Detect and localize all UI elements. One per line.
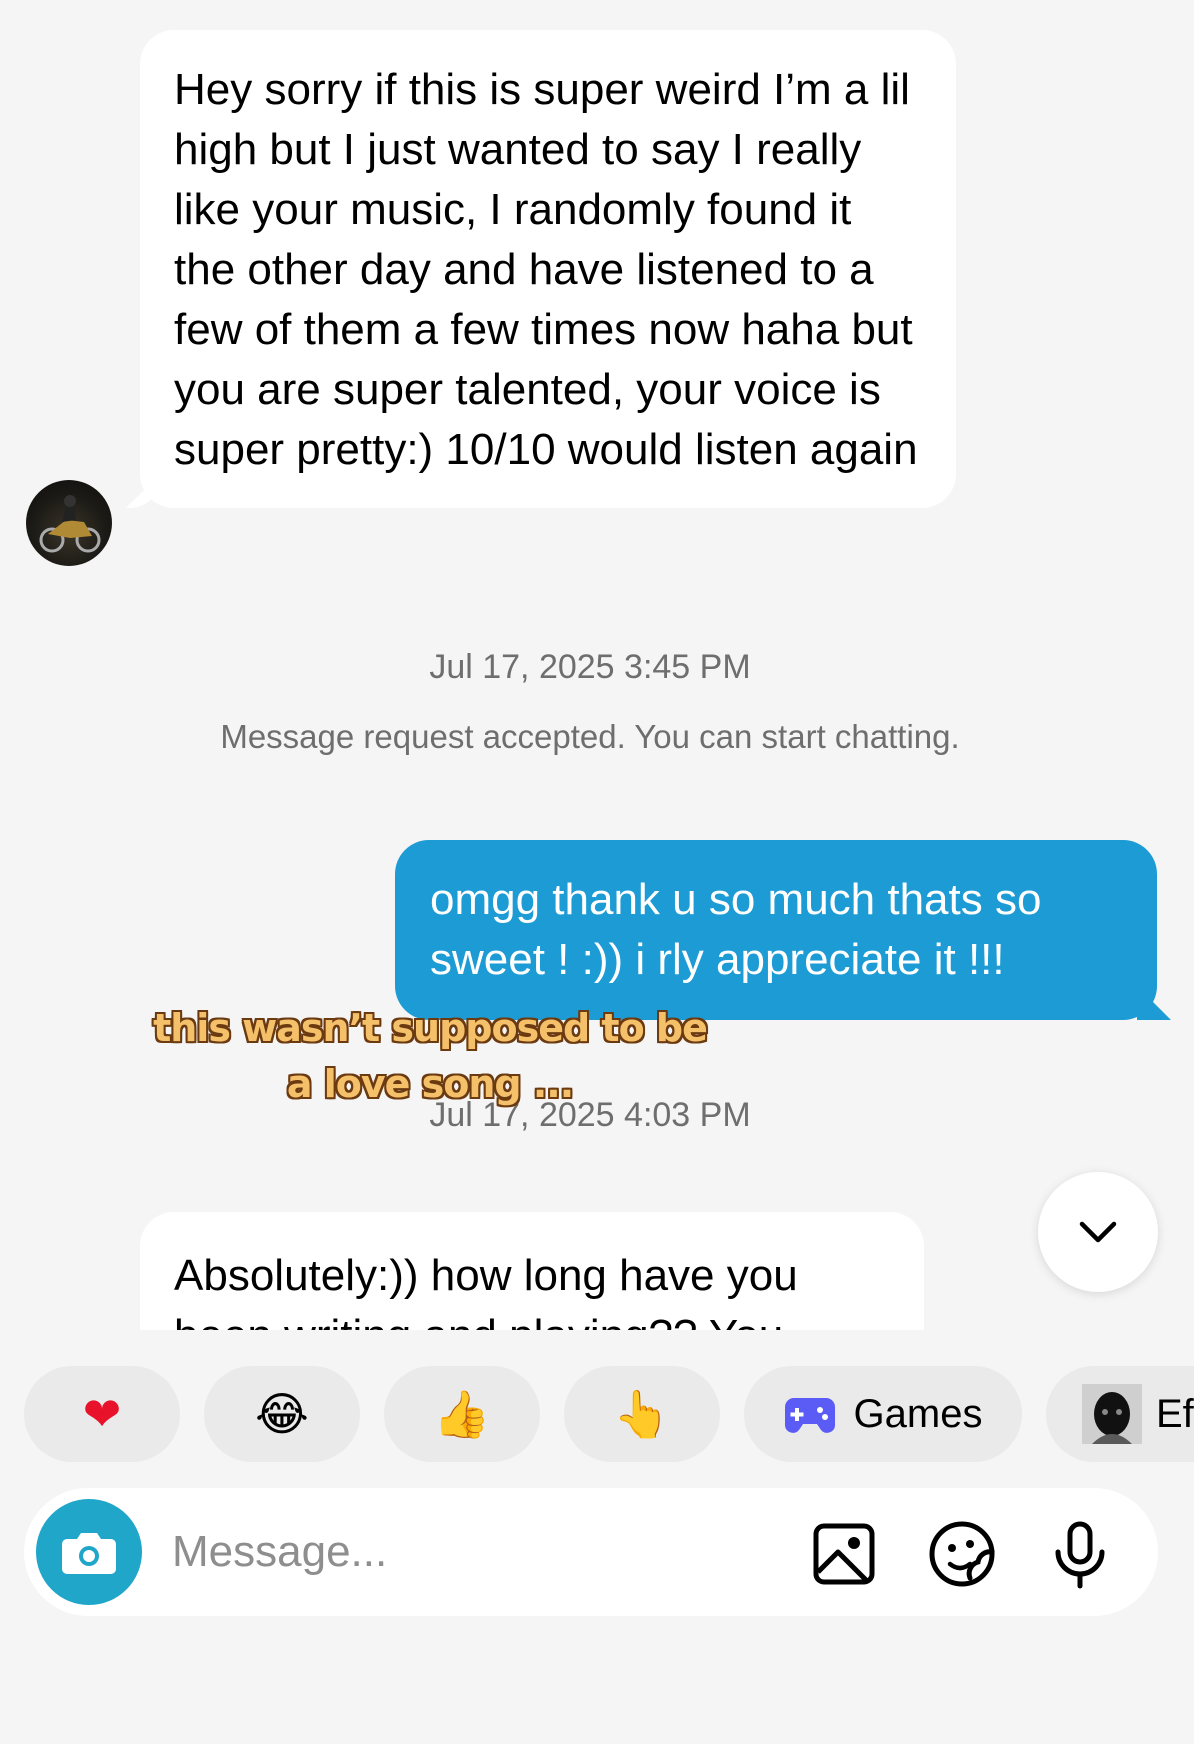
game-controller-icon	[784, 1398, 835, 1433]
incoming-message[interactable]: Absolutely:)) how long have you been wri…	[140, 1212, 924, 1330]
thumbs-up-icon: 👍	[433, 1386, 491, 1441]
timestamp: Jul 17, 2025 3:45 PM	[429, 648, 751, 686]
games-label: Games	[853, 1391, 983, 1436]
chevron-down-icon	[1079, 1221, 1117, 1243]
pointing-hand-icon: 👆	[613, 1386, 671, 1441]
outgoing-message-text: omgg thank u so much thats so sweet ! :)…	[430, 875, 1042, 984]
incoming-message[interactable]: Hey sorry if this is super weird I’m a l…	[126, 30, 956, 508]
conversation-thread[interactable]: Hey sorry if this is super weird I’m a l…	[0, 0, 1194, 1330]
reaction-heart-button[interactable]: ❤	[24, 1366, 180, 1462]
sender-avatar[interactable]	[26, 480, 112, 566]
effects-label: Ef	[1156, 1391, 1194, 1436]
overlay-caption-line: this wasn’t supposed to be	[153, 1006, 708, 1050]
effects-button[interactable]: Ef	[1046, 1366, 1194, 1462]
motorcycle-photo	[39, 495, 101, 553]
laughing-tears-icon: 😂	[255, 1387, 309, 1441]
reaction-point-button[interactable]: 👆	[564, 1366, 720, 1462]
microphone-icon[interactable]	[1044, 1518, 1116, 1590]
camera-button[interactable]	[36, 1499, 142, 1605]
incoming-message-text: Hey sorry if this is super weird I’m a l…	[174, 65, 918, 474]
camera-icon	[62, 1533, 116, 1574]
bubble-tail	[126, 474, 160, 508]
reaction-thumbs-up-button[interactable]: 👍	[384, 1366, 540, 1462]
effect-preview-thumbnail	[1082, 1384, 1142, 1444]
reaction-laugh-button[interactable]: 😂	[204, 1366, 360, 1462]
overlay-caption: this wasn’t supposed to be a love song .…	[150, 1000, 710, 1112]
scroll-to-bottom-button[interactable]	[1038, 1172, 1158, 1292]
message-input[interactable]	[172, 1516, 772, 1588]
outgoing-message[interactable]: omgg thank u so much thats so sweet ! :)…	[395, 840, 1171, 1020]
quick-reactions-bar[interactable]: ❤ 😂 👍 👆 Games Ef	[0, 1366, 1194, 1462]
message-request-notice: Message request accepted. You can start …	[220, 718, 960, 755]
sticker-icon[interactable]	[926, 1518, 998, 1590]
bubble-tail	[1137, 986, 1171, 1020]
overlay-caption-line: a love song ...	[286, 1062, 574, 1106]
gallery-icon[interactable]	[808, 1518, 880, 1590]
games-button[interactable]: Games	[744, 1366, 1022, 1462]
message-composer[interactable]	[24, 1488, 1158, 1616]
incoming-message-text: Absolutely:)) how long have you been wri…	[174, 1251, 798, 1330]
red-heart-icon: ❤	[82, 1387, 122, 1441]
